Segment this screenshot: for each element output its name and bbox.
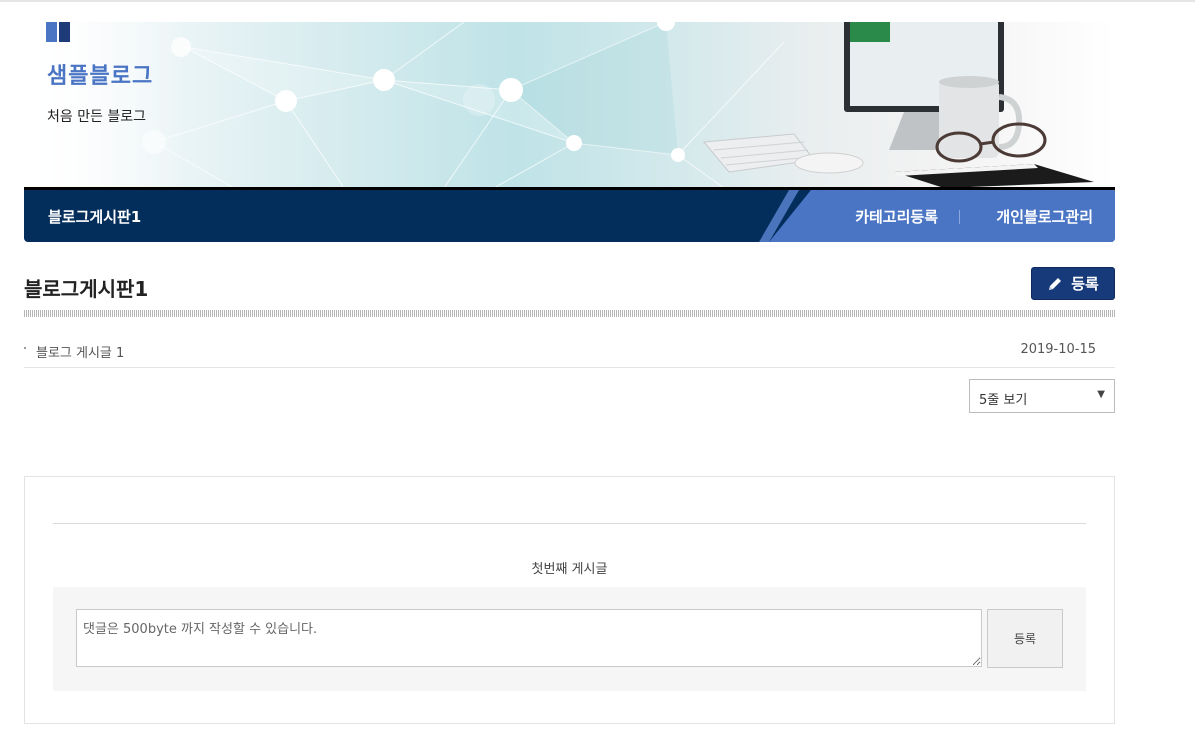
bullet-icon [24, 347, 26, 349]
rows-per-page-select[interactable]: 5줄 보기 ▼ [969, 379, 1115, 413]
detail-divider [53, 523, 1086, 524]
logo-icon [46, 22, 70, 42]
table-row[interactable]: 블로그 게시글 1 2019-10-15 [24, 332, 1115, 368]
comment-submit-button[interactable]: 등록 [987, 609, 1063, 668]
post-date: 2019-10-15 [1020, 342, 1096, 357]
top-rule [0, 0, 1195, 2]
comment-form: 등록 [53, 587, 1086, 691]
title-divider [24, 310, 1115, 317]
post-content: 첫번째 게시글 [531, 562, 608, 577]
banner-illustration [24, 22, 1115, 188]
pencil-icon [1049, 277, 1062, 290]
rows-per-page-value: 5줄 보기 [979, 393, 1028, 408]
caret-down-icon: ▼ [1097, 389, 1105, 400]
site-title[interactable]: 샘플블로그 [47, 58, 153, 90]
nav-link-category-register[interactable]: 카테고리등록 [855, 206, 938, 227]
nav-current-board[interactable]: 블로그게시판1 [48, 206, 141, 227]
write-post-button[interactable]: 등록 [1031, 267, 1115, 300]
nav-link-blog-manage[interactable]: 개인블로그관리 [996, 206, 1093, 227]
header-banner [24, 22, 1115, 188]
main-nav-bar: 블로그게시판1 카테고리등록 개인블로그관리 [24, 187, 1115, 242]
post-title-link[interactable]: 블로그 게시글 1 [36, 342, 124, 361]
comment-input[interactable] [76, 609, 982, 667]
post-detail-panel: 첫번째 게시글 등록 [24, 476, 1115, 724]
write-post-label: 등록 [1071, 275, 1099, 293]
nav-separator [959, 210, 960, 224]
page-title: 블로그게시판1 [24, 277, 149, 301]
site-description: 처음 만든 블로그 [47, 109, 147, 125]
